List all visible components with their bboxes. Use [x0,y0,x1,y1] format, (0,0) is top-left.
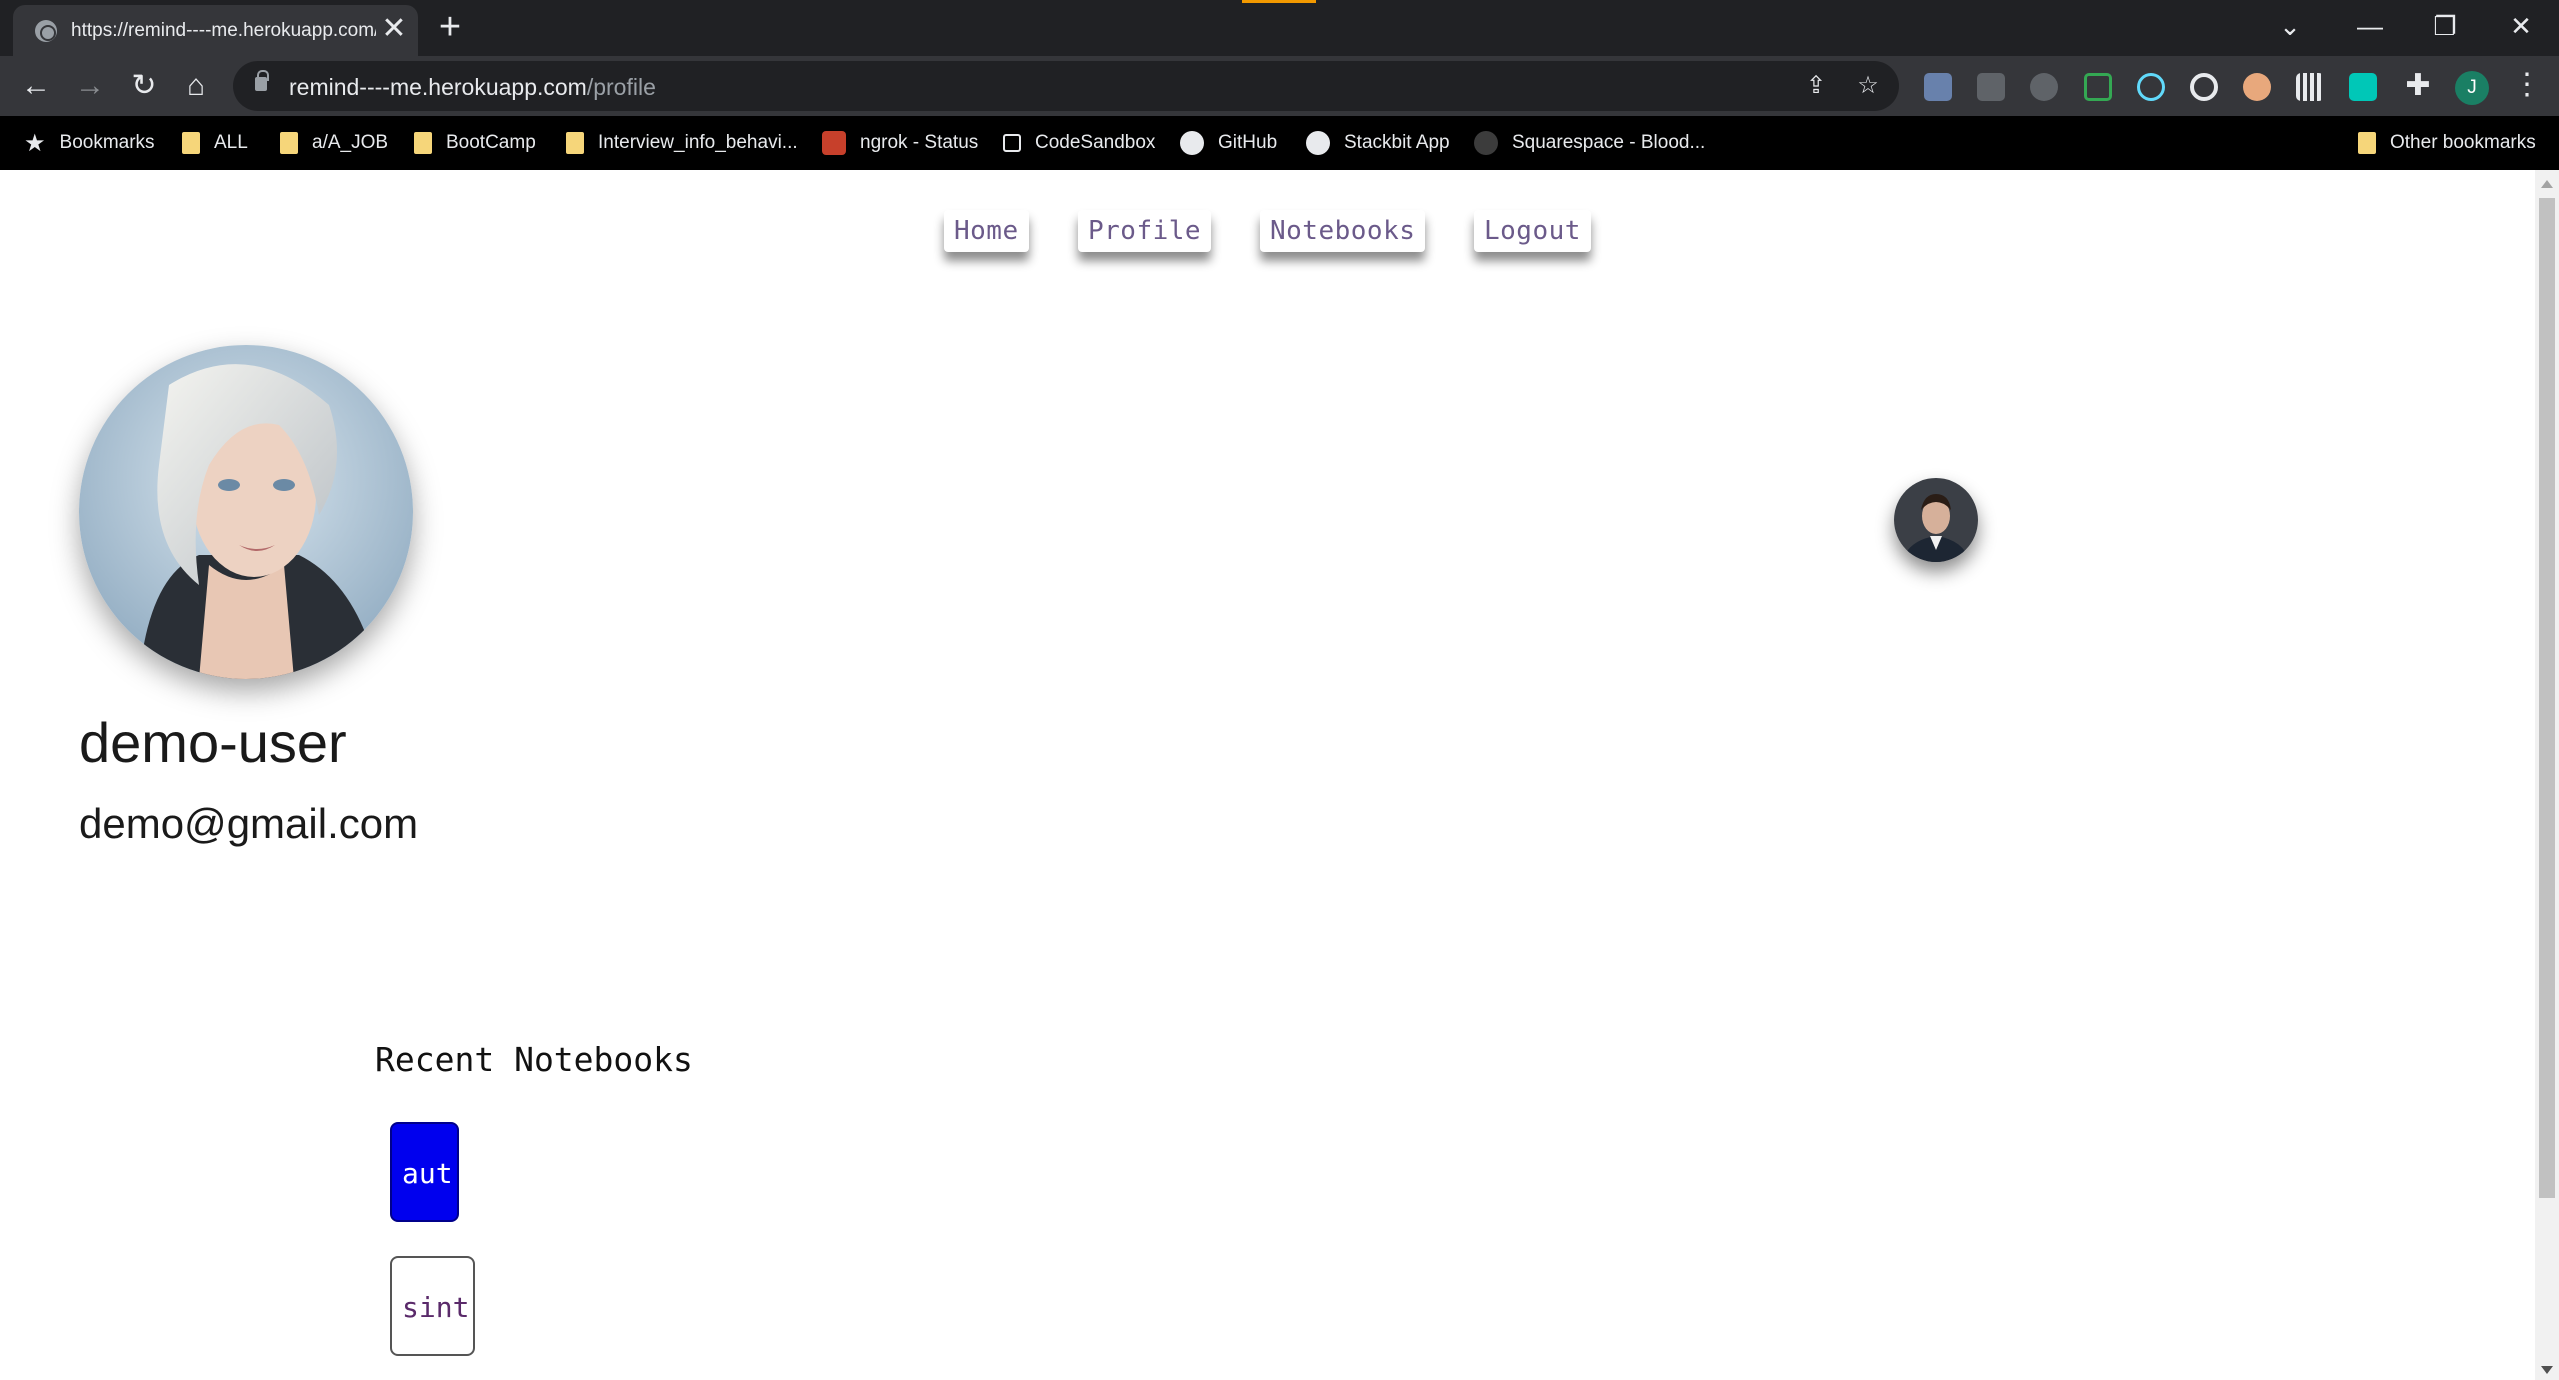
tab-indicator [1242,0,1316,3]
bookmark-item[interactable]: GitHub [1180,128,1277,158]
bookmark-star-icon[interactable]: ☆ [1855,73,1881,99]
squarespace-icon [1474,131,1498,155]
stackbit-icon [1306,131,1330,155]
scroll-up-icon[interactable] [2541,180,2553,188]
url-text[interactable]: remind----me.herokuapp.com/profile [289,74,656,101]
bookmark-item[interactable]: Squarespace - Blood... [1474,128,1705,158]
browser-toolbar: ← → ↻ ⌂ remind----me.herokuapp.com/profi… [0,56,2559,116]
folder-icon [280,132,298,154]
profile-username: demo-user [79,711,347,774]
extension-icon-4[interactable] [2084,73,2112,101]
tab-search-icon[interactable]: ⌄ [2265,8,2315,44]
page-content: Home Profile Notebooks Logout demo-user … [0,170,2535,1380]
extension-icon-2[interactable] [1977,73,2005,101]
star-icon: ★ [24,129,46,157]
notebook-card[interactable]: aut [390,1122,459,1222]
bookmark-item[interactable]: a/A_JOB [280,128,388,158]
floating-avatar[interactable] [1894,478,1978,562]
profile-avatar[interactable]: J [2455,71,2489,105]
bookmarks-bar: ★ Bookmarks ALL a/A_JOB BootCamp Intervie… [0,116,2559,170]
scroll-down-icon[interactable] [2541,1366,2553,1374]
bookmark-item[interactable]: BootCamp [414,128,536,158]
tab-title: https://remind----me.herokuapp.com/profi… [71,20,376,41]
folder-icon [182,132,200,154]
bookmark-item[interactable]: ngrok - Status [822,128,978,158]
other-bookmarks[interactable]: Other bookmarks [2358,128,2536,158]
globe-icon [35,20,57,42]
ngrok-icon [822,131,846,155]
browser-menu-icon[interactable]: ⋮ [2512,68,2542,104]
folder-icon [566,132,584,154]
reload-icon[interactable]: ↻ [124,66,164,106]
nav-profile-link[interactable]: Profile [1078,210,1212,252]
nav-home-link[interactable]: Home [944,210,1029,252]
extension-icon-8[interactable] [2296,73,2324,101]
nav-logout-link[interactable]: Logout [1474,210,1591,252]
folder-icon [2358,132,2376,154]
extension-icon-1[interactable] [1924,73,1952,101]
github-icon [1180,131,1204,155]
browser-tabstrip: https://remind----me.herokuapp.com/profi… [0,0,2559,56]
forward-arrow-icon[interactable]: → [70,66,110,106]
scrollbar-thumb[interactable] [2539,198,2555,1198]
profile-email: demo@gmail.com [79,800,419,847]
nav-notebooks-link[interactable]: Notebooks [1260,210,1426,252]
codesandbox-icon [1003,134,1021,152]
close-window-button[interactable]: ✕ [2496,8,2546,44]
recent-notebooks-heading: Recent Notebooks [375,1040,693,1079]
minimize-button[interactable]: — [2345,8,2395,44]
bookmark-item[interactable]: ★ Bookmarks [24,128,155,158]
notebook-card[interactable]: sint [390,1256,475,1356]
bookmark-item[interactable]: ALL [182,128,248,158]
bookmark-item[interactable]: Stackbit App [1306,128,1450,158]
extension-icon-7[interactable] [2243,73,2271,101]
restore-button[interactable]: ❐ [2420,8,2470,44]
profile-picture [79,345,413,679]
browser-tab[interactable]: https://remind----me.herokuapp.com/profi… [13,5,418,56]
page-scrollbar[interactable] [2535,170,2559,1380]
react-devtools-icon[interactable] [2137,73,2165,101]
extension-icon-3[interactable] [2030,73,2058,101]
address-bar[interactable]: remind----me.herokuapp.com/profile ⇪ ☆ [233,61,1899,111]
new-tab-button[interactable]: + [430,8,470,46]
bookmark-item[interactable]: Interview_info_behavi... [566,128,798,158]
extensions-puzzle-icon[interactable]: ✚ [2398,66,2438,106]
extension-icon-6[interactable] [2190,73,2218,101]
extension-icon-9[interactable] [2349,73,2377,101]
bookmark-item[interactable]: CodeSandbox [1003,128,1155,158]
share-icon[interactable]: ⇪ [1803,73,1829,99]
lock-icon[interactable] [255,70,269,91]
back-arrow-icon[interactable]: ← [16,66,56,106]
home-icon[interactable]: ⌂ [176,66,216,106]
folder-icon [414,132,432,154]
tab-close-icon[interactable]: ✕ [381,14,407,44]
